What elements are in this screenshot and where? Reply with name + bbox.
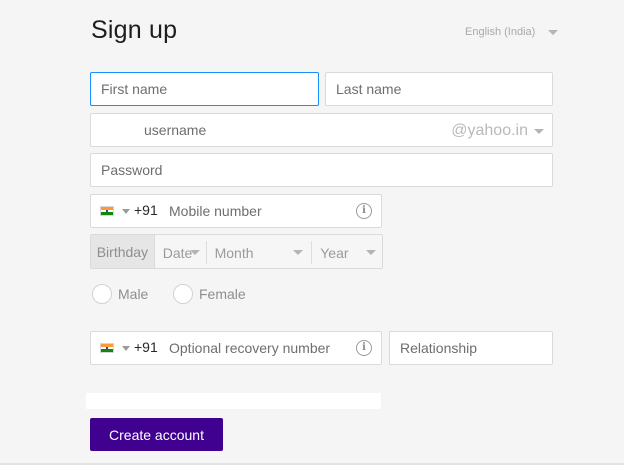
info-icon[interactable]: i [356,203,372,219]
language-selector[interactable]: English (India) [465,26,559,38]
username-field[interactable]: @yahoo.in [90,113,553,147]
chevron-down-icon[interactable] [122,346,130,351]
chevron-down-icon [366,250,377,255]
language-label: English (India) [465,26,536,38]
first-name-field[interactable] [90,72,319,106]
birth-year-select[interactable]: Year [312,241,382,264]
create-account-button[interactable]: Create account [90,418,223,451]
relationship-input[interactable] [390,332,552,364]
signup-panel: Sign up English (India) @yahoo.in +91 i … [0,0,624,465]
birth-month-value: Month [214,244,254,261]
chevron-down-icon [189,250,200,255]
mobile-number-input[interactable] [167,195,347,227]
birth-date-value: Date [162,244,193,261]
relationship-field[interactable] [389,331,553,365]
redacted-area [86,393,381,409]
gender-female-label: Female [199,286,246,302]
username-input[interactable] [91,114,431,146]
radio-circle[interactable] [92,284,112,304]
birthday-label: Birthday [91,235,155,268]
password-field[interactable] [90,153,553,187]
mobile-number-field[interactable]: +91 i [90,194,382,228]
radio-circle[interactable] [173,284,193,304]
country-code: +91 [134,339,158,355]
india-flag-icon[interactable] [100,206,114,216]
info-icon[interactable]: i [356,340,372,356]
birth-month-select[interactable]: Month [207,241,313,264]
password-input[interactable] [91,154,552,186]
chevron-down-icon [548,29,559,35]
birth-date-select[interactable]: Date [155,241,207,264]
chevron-down-icon [293,250,304,255]
email-domain-select[interactable]: @yahoo.in [451,122,528,140]
gender-female-radio[interactable]: Female [173,284,246,304]
birthday-group: Birthday Date Month Year [90,234,383,269]
first-name-input[interactable] [91,73,318,105]
page-title: Sign up [91,16,178,44]
gender-male-radio[interactable]: Male [92,284,148,304]
india-flag-icon[interactable] [100,343,114,353]
country-code: +91 [134,202,158,218]
gender-male-label: Male [118,286,149,302]
recovery-number-field[interactable]: +91 i [90,331,382,365]
last-name-field[interactable] [325,72,553,106]
birth-year-value: Year [320,244,349,261]
chevron-down-icon [534,129,544,134]
last-name-input[interactable] [326,73,552,105]
chevron-down-icon[interactable] [122,209,130,214]
recovery-number-input[interactable] [167,332,349,364]
